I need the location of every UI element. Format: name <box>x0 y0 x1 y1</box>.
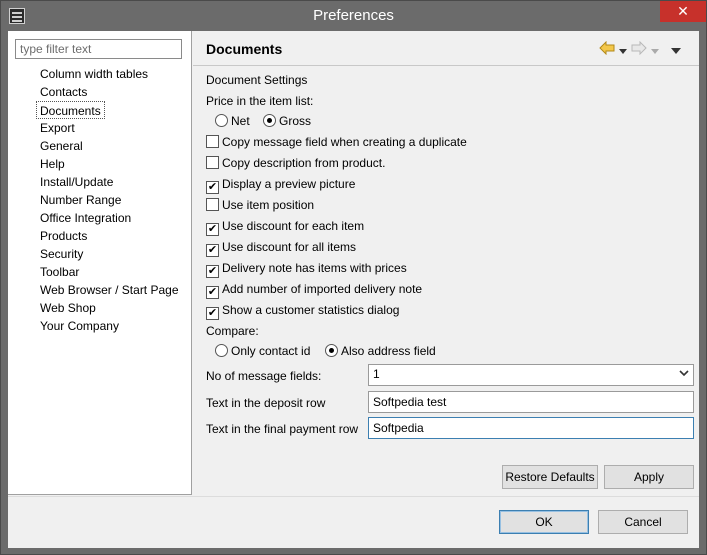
filter-input[interactable] <box>15 39 182 59</box>
preference-tree: Column width tables Contacts Documents E… <box>36 65 186 335</box>
deposit-row-label: Text in the deposit row <box>206 396 326 410</box>
check-icon: ✔ <box>206 181 219 194</box>
radio-indicator <box>215 344 228 357</box>
tree-item-products[interactable]: Products <box>36 227 186 245</box>
tree-item-office-integration[interactable]: Office Integration <box>36 209 186 227</box>
header-divider <box>193 65 699 66</box>
view-menu-chevron-icon[interactable] <box>671 44 681 58</box>
radio-indicator <box>325 344 338 357</box>
cancel-button[interactable]: Cancel <box>598 510 688 534</box>
chevron-down-icon <box>679 368 689 381</box>
add-delivery-note-number-checkbox[interactable]: ✔ Add number of imported delivery note <box>206 281 422 299</box>
radio-indicator <box>263 114 276 127</box>
tree-item-help[interactable]: Help <box>36 155 186 173</box>
radio-indicator <box>215 114 228 127</box>
price-label: Price in the item list: <box>206 94 314 108</box>
check-icon: ✔ <box>206 265 219 278</box>
checkbox-indicator <box>206 198 219 211</box>
window-title: Preferences <box>313 7 394 24</box>
discount-each-item-checkbox[interactable]: ✔ Use discount for each item <box>206 218 364 236</box>
tree-item-web-browser[interactable]: Web Browser / Start Page <box>36 281 186 299</box>
discount-all-items-checkbox[interactable]: ✔ Use discount for all items <box>206 239 356 257</box>
check-icon: ✔ <box>206 307 219 320</box>
tree-item-number-range[interactable]: Number Range <box>36 191 186 209</box>
dialog-body: Column width tables Contacts Documents E… <box>8 31 699 548</box>
tree-item-web-shop[interactable]: Web Shop <box>36 299 186 317</box>
use-item-position-checkbox[interactable]: Use item position <box>206 197 314 213</box>
footer-divider <box>8 496 699 497</box>
back-arrow-icon[interactable] <box>599 40 615 58</box>
apply-button[interactable]: Apply <box>604 465 694 489</box>
compare-contact-id-radio[interactable]: Only contact id <box>215 343 310 359</box>
compare-label: Compare: <box>206 324 259 338</box>
checkbox-indicator <box>206 156 219 169</box>
forward-menu-chevron-icon[interactable] <box>651 44 659 58</box>
restore-defaults-button[interactable]: Restore Defaults <box>502 465 598 489</box>
close-button[interactable]: ✕ <box>660 1 706 22</box>
deposit-row-input[interactable] <box>368 391 694 413</box>
final-payment-row-input[interactable] <box>368 417 694 439</box>
preferences-window: Preferences ✕ Column width tables Contac… <box>0 0 707 555</box>
back-menu-chevron-icon[interactable] <box>619 44 627 58</box>
compare-address-radio[interactable]: Also address field <box>325 343 436 359</box>
final-payment-row-label: Text in the final payment row <box>206 422 359 436</box>
check-icon: ✔ <box>206 286 219 299</box>
display-preview-checkbox[interactable]: ✔ Display a preview picture <box>206 176 355 194</box>
price-gross-radio[interactable]: Gross <box>263 113 311 129</box>
preference-tree-pane: Column width tables Contacts Documents E… <box>8 31 192 495</box>
forward-arrow-icon[interactable] <box>631 40 647 58</box>
tree-item-contacts[interactable]: Contacts <box>36 83 186 101</box>
check-icon: ✔ <box>206 244 219 257</box>
copy-description-checkbox[interactable]: Copy description from product. <box>206 155 385 171</box>
history-nav <box>599 40 691 58</box>
customer-statistics-checkbox[interactable]: ✔ Show a customer statistics dialog <box>206 302 399 320</box>
delivery-note-prices-checkbox[interactable]: ✔ Delivery note has items with prices <box>206 260 407 278</box>
tree-item-security[interactable]: Security <box>36 245 186 263</box>
preference-page: Documents Document Settings Price in the… <box>193 31 699 495</box>
tree-item-documents[interactable]: Documents <box>36 101 105 119</box>
message-fields-label: No of message fields: <box>206 369 322 383</box>
ok-button[interactable]: OK <box>499 510 589 534</box>
checkbox-indicator <box>206 135 219 148</box>
document-settings-label: Document Settings <box>206 73 308 87</box>
price-net-radio[interactable]: Net <box>215 113 250 129</box>
message-fields-select[interactable]: 1 <box>368 364 694 386</box>
title-bar[interactable]: Preferences ✕ <box>1 1 706 31</box>
check-icon: ✔ <box>206 223 219 236</box>
tree-item-install-update[interactable]: Install/Update <box>36 173 186 191</box>
copy-message-checkbox[interactable]: Copy message field when creating a dupli… <box>206 134 467 150</box>
tree-item-column-width-tables[interactable]: Column width tables <box>36 65 186 83</box>
tree-item-toolbar[interactable]: Toolbar <box>36 263 186 281</box>
message-fields-value: 1 <box>373 367 380 381</box>
tree-item-export[interactable]: Export <box>36 119 186 137</box>
tree-item-general[interactable]: General <box>36 137 186 155</box>
tree-item-your-company[interactable]: Your Company <box>36 317 186 335</box>
page-title: Documents <box>206 41 283 57</box>
